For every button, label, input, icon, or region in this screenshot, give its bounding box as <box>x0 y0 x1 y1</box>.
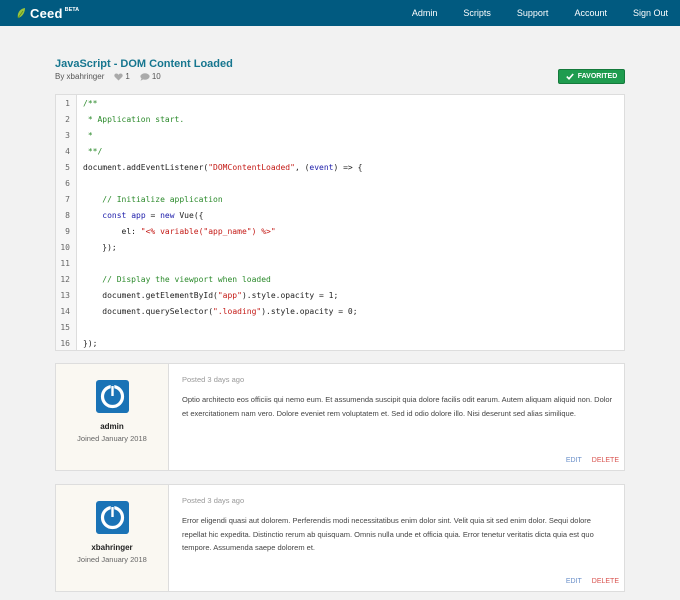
code-text: const app = new Vue({ <box>102 211 204 220</box>
comment-actions: EDIT DELETE <box>566 457 619 464</box>
likes-count: 1 <box>125 72 130 81</box>
comment-username[interactable]: admin <box>56 422 168 431</box>
code-text: document.addEventListener("DOMContentLoa… <box>83 163 363 172</box>
nav-account[interactable]: Account <box>574 8 607 18</box>
comment-icon <box>140 72 150 81</box>
edit-button[interactable]: EDIT <box>566 578 582 585</box>
comment-actions: EDIT DELETE <box>566 578 619 585</box>
comment-joined: Joined January 2018 <box>77 434 147 443</box>
line-number: 3 <box>65 131 70 140</box>
favorited-label: FAVORITED <box>577 73 618 80</box>
nav-sign-out[interactable]: Sign Out <box>633 8 668 18</box>
line-number: 5 <box>65 163 70 172</box>
power-icon <box>100 505 125 530</box>
comments-stat: 10 <box>140 72 161 81</box>
comments-count: 10 <box>151 72 161 81</box>
code-text: * Application start. <box>83 115 185 124</box>
line-number: 4 <box>65 147 70 156</box>
leaf-icon <box>17 8 25 19</box>
line-number: 1 <box>65 99 70 108</box>
avatar[interactable] <box>96 380 129 413</box>
line-number: 8 <box>65 211 70 220</box>
script-author[interactable]: By xbahringer <box>55 72 104 81</box>
code-text: }); <box>83 243 117 252</box>
code-text: document.getElementById("app").style.opa… <box>83 291 339 300</box>
line-number: 14 <box>60 307 70 316</box>
comment-card: admin Joined January 2018 Posted 3 days … <box>55 363 625 471</box>
line-number: 10 <box>60 243 70 252</box>
comment-joined: Joined January 2018 <box>77 555 147 564</box>
likes-stat: 1 <box>114 72 130 81</box>
code-line: 5 document.addEventListener("DOMContentLo… <box>56 160 624 176</box>
line-number: 16 <box>60 339 70 348</box>
comment-author-panel: admin Joined January 2018 <box>56 364 169 470</box>
delete-button[interactable]: DELETE <box>592 457 619 464</box>
comment-username[interactable]: xbahringer <box>56 543 168 552</box>
code-line: 7 // Initialize application <box>56 192 624 208</box>
code-line: 12 // Display the viewport when loaded <box>56 272 624 288</box>
code-line: 4 **/ <box>56 144 624 160</box>
code-line: 15 <box>56 320 624 336</box>
brand-logo[interactable]: Ceed BETA <box>16 6 79 21</box>
comment-posted-time: Posted 3 days ago <box>182 375 245 384</box>
code-text: el: "<% variable("app_name") %>" <box>83 227 276 236</box>
comment-posted-time: Posted 3 days ago <box>182 496 245 505</box>
code-line: 6 <box>56 176 624 192</box>
code-text: document.querySelector(".loading").style… <box>83 307 358 316</box>
comment-card: xbahringer Joined January 2018 Posted 3 … <box>55 484 625 592</box>
favorited-button[interactable]: FAVORITED <box>558 69 625 84</box>
code-editor[interactable]: 1/** 2 * Application start. 3 * 4 **/5 docum… <box>55 94 625 351</box>
avatar[interactable] <box>96 501 129 534</box>
line-number: 12 <box>60 275 70 284</box>
script-title: JavaScript - DOM Content Loaded <box>55 58 233 70</box>
line-number: 11 <box>60 259 70 268</box>
line-number: 2 <box>65 115 70 124</box>
comment-body: Posted 3 days ago Error eligendi quasi a… <box>182 485 619 591</box>
code-text: }); <box>83 339 98 348</box>
code-line: 8 const app = new Vue({ <box>56 208 624 224</box>
comment-body: Posted 3 days ago Optio architecto eos o… <box>182 364 619 470</box>
code-line: 9 el: "<% variable("app_name") %>" <box>56 224 624 240</box>
code-line: 11 <box>56 256 624 272</box>
nav-support[interactable]: Support <box>517 8 549 18</box>
nav-scripts[interactable]: Scripts <box>463 8 491 18</box>
heart-icon <box>114 72 124 81</box>
power-icon <box>100 384 125 409</box>
code-line: 10 }); <box>56 240 624 256</box>
line-number: 15 <box>60 323 70 332</box>
line-number: 6 <box>65 179 70 188</box>
navbar: Ceed BETA Admin Scripts Support Account … <box>0 0 680 26</box>
code-text: * <box>83 131 93 140</box>
comment-author-panel: xbahringer Joined January 2018 <box>56 485 169 591</box>
comment-text: Optio architecto eos officiis qui nemo e… <box>182 395 613 418</box>
code-text: /** <box>83 99 98 108</box>
edit-button[interactable]: EDIT <box>566 457 582 464</box>
comment-text: Error eligendi quasi aut dolorem. Perfer… <box>182 516 594 552</box>
line-number: 7 <box>65 195 70 204</box>
code-text: // Initialize application <box>102 195 223 204</box>
code-text: **/ <box>83 147 103 156</box>
script-detail: JavaScript - DOM Content Loaded By xbahr… <box>55 58 625 592</box>
beta-badge: BETA <box>64 6 80 13</box>
code-line: 13 document.getElementById("app").style.… <box>56 288 624 304</box>
code-line: 2 * Application start. <box>56 112 624 128</box>
code-line: 3 * <box>56 128 624 144</box>
code-line: 16}); <box>56 336 624 352</box>
nav-admin[interactable]: Admin <box>412 8 438 18</box>
code-line: 14 document.querySelector(".loading").st… <box>56 304 624 320</box>
line-number: 13 <box>60 291 70 300</box>
code-line: 1 /** <box>56 96 624 112</box>
main-nav: Admin Scripts Support Account Sign Out <box>386 8 668 18</box>
script-meta: By xbahringer 1 10 <box>55 72 625 81</box>
code-text: // Display the viewport when loaded <box>102 275 271 284</box>
line-number: 9 <box>65 227 70 236</box>
check-icon <box>565 73 574 80</box>
brand-name: Ceed <box>30 5 63 21</box>
delete-button[interactable]: DELETE <box>592 578 619 585</box>
